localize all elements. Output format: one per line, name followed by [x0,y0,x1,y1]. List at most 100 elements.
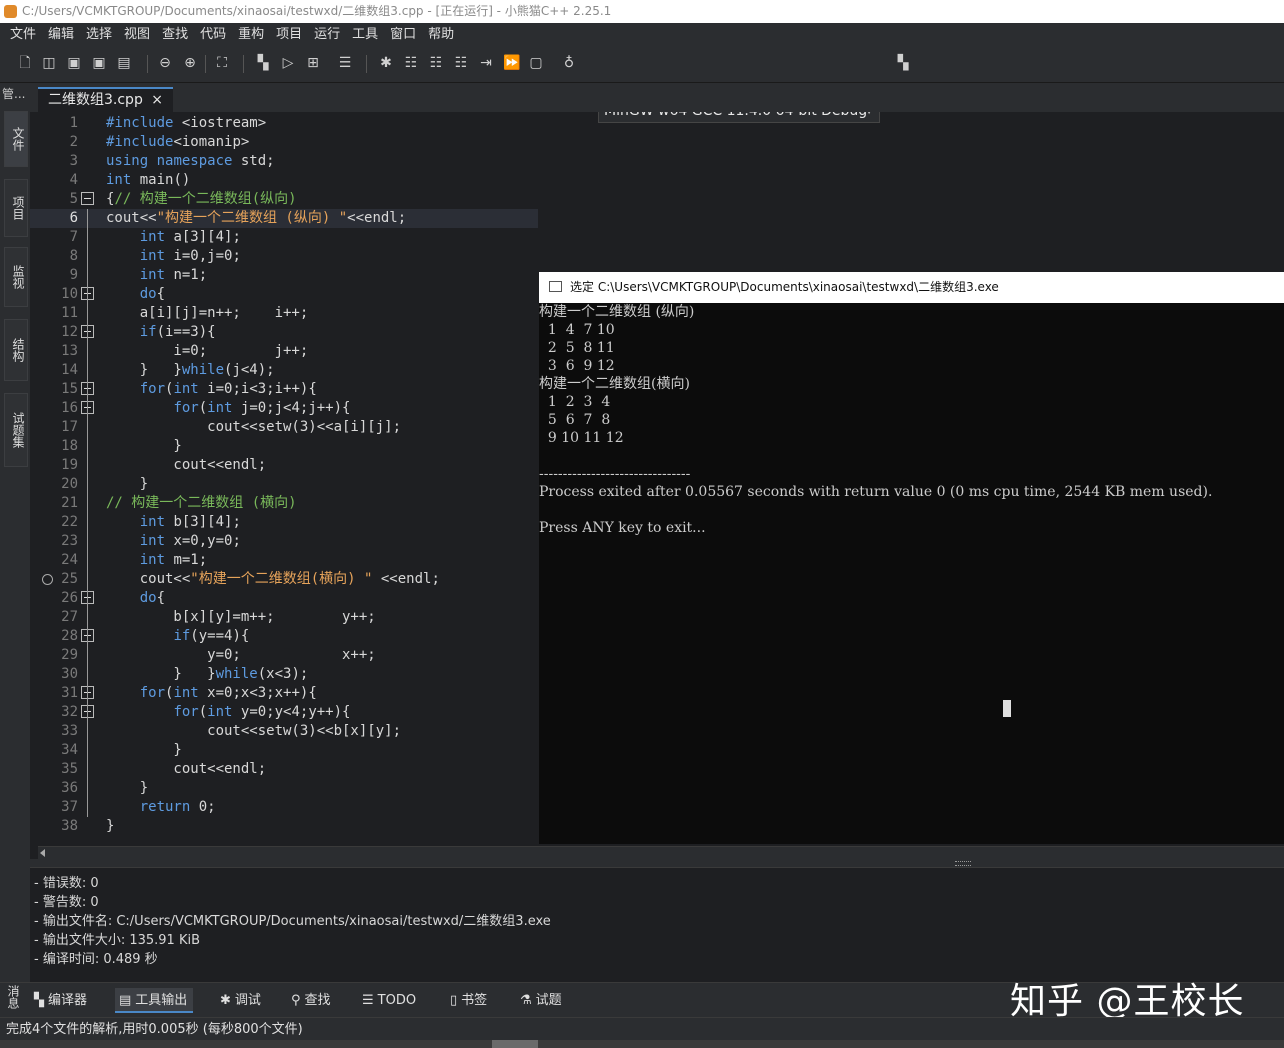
editor-horizontal-scrollbar[interactable] [38,846,1284,859]
code-line[interactable]: 12 if(i==3){ [30,323,538,342]
code-line[interactable]: 28 if(y==4){ [30,627,538,646]
code-line[interactable]: 9 int n=1; [30,266,538,285]
left-tab-files[interactable]: 文件 [4,111,28,167]
stop-icon[interactable]: ▢ [528,55,544,71]
breakpoint-check-icon[interactable] [42,574,53,585]
code-line[interactable]: 21 // 构建一个二维数组 (横向) [30,494,538,513]
left-tab-watch[interactable]: 监视 [4,247,28,307]
run-to-cursor-icon[interactable]: ⇥ [478,55,494,71]
menu-window[interactable]: 窗口 [384,23,422,46]
left-panel-header[interactable]: 管... [2,85,25,102]
left-tab-problemset[interactable]: 试题集 [4,393,28,467]
code-line[interactable]: 32 for(int y=0;y<4;y++){ [30,703,538,722]
code-line[interactable]: 33 cout<<setw(3)<<b[x][y]; [30,722,538,741]
messages-side-label[interactable]: 消息 [4,985,22,1015]
add-watch-icon[interactable]: ♁ [561,55,577,71]
line-number: 6 [69,210,78,226]
output-line: - 错误数: 0 [34,876,99,891]
code-line[interactable]: 19 cout<<endl; [30,456,538,475]
code-line[interactable]: 35 cout<<endl; [30,760,538,779]
code-line[interactable]: 17 cout<<setw(3)<<a[i][j]; [30,418,538,437]
menu-tools[interactable]: 工具 [346,23,384,46]
run-icon[interactable]: ▷ [280,55,296,71]
code-line[interactable]: 3 using namespace std; [30,152,538,171]
debug-icon[interactable]: ✱ [378,55,394,71]
tab-bookmarks[interactable]: ▯ 书签 [446,988,493,1013]
continue-icon[interactable]: ⏩ [503,55,520,71]
code-line[interactable]: 23 int x=0,y=0; [30,532,538,551]
code-line[interactable]: 5 {// 构建一个二维数组(纵向) [30,190,538,209]
code-line[interactable]: 10 do{ [30,285,538,304]
close-icon[interactable]: × [151,92,163,108]
code-line[interactable]: 16 for(int j=0;j<4;j++){ [30,399,538,418]
code-line[interactable]: 30 } }while(x<3); [30,665,538,684]
scroll-left-icon[interactable] [40,849,45,857]
fold-toggle-icon[interactable] [81,192,94,205]
code-line[interactable]: 31 for(int x=0;x<3;x++){ [30,684,538,703]
code-line[interactable]: 27 b[x][y]=m++; y++; [30,608,538,627]
code-line[interactable]: 26 do{ [30,589,538,608]
editor-file-tab[interactable]: 二维数组3.cpp × [38,87,174,112]
rebuild-icon[interactable]: ☰ [337,55,353,71]
left-tab-project[interactable]: 项目 [4,179,28,237]
menu-select[interactable]: 选择 [80,23,118,46]
console-window[interactable]: 选定 C:\Users\VCMKTGROUP\Documents\xinaosa… [539,272,1284,844]
code-line[interactable]: 7 int a[3][4]; [30,228,538,247]
code-line[interactable]: 4 int main() [30,171,538,190]
fullscreen-icon[interactable]: ⛶ [214,55,230,71]
forward-icon[interactable]: ⊕ [182,55,198,71]
console-icon [549,281,562,292]
new-file-icon[interactable]: 🗋 [17,55,33,71]
compiler-options-icon[interactable]: ▚ [895,55,911,71]
code-editor[interactable]: 1 #include <iostream> 2 #include<iomanip> 3 u… [30,112,538,845]
splitter-grip-icon[interactable] [955,861,971,866]
menu-code[interactable]: 代码 [194,23,232,46]
menu-file[interactable]: 文件 [0,23,42,46]
open-file-icon[interactable]: ◫ [41,55,57,71]
code-line[interactable]: 38} [30,817,538,836]
code-line[interactable]: 13 i=0; j++; [30,342,538,361]
tab-debug[interactable]: ✱ 调试 [216,988,267,1013]
console-title-bar: 选定 C:\Users\VCMKTGROUP\Documents\xinaosa… [539,272,1284,303]
tab-todo[interactable]: ☰ TODO [358,988,422,1013]
menu-refactor[interactable]: 重构 [232,23,270,46]
menu-run[interactable]: 运行 [308,23,346,46]
code-line[interactable]: 8 int i=0,j=0; [30,247,538,266]
tab-tool-output[interactable]: ▤ 工具输出 [115,988,194,1013]
code-line[interactable]: 11 a[i][j]=n++; i++; [30,304,538,323]
panel-splitter[interactable] [30,859,1284,867]
code-line[interactable]: 24 int m=1; [30,551,538,570]
code-line[interactable]: 6 cout<<"构建一个二维数组 (纵向) "<<endl; [30,209,538,228]
save-as-icon[interactable]: ▣ [91,55,107,71]
tab-compiler[interactable]: ▚ 编译器 [30,988,93,1013]
tab-problems[interactable]: ⚗ 试题 [516,988,568,1013]
back-icon[interactable]: ⊖ [157,55,173,71]
menu-edit[interactable]: 编辑 [42,23,80,46]
code-line[interactable]: 2 #include<iomanip> [30,133,538,152]
step-over-icon[interactable]: ☷ [403,55,419,71]
step-into-icon[interactable]: ☷ [428,55,444,71]
menu-project[interactable]: 项目 [270,23,308,46]
code-line[interactable]: 15 for(int i=0;i<3;i++){ [30,380,538,399]
tab-find[interactable]: ⚲ 查找 [287,988,337,1013]
save-all-icon[interactable]: ▤ [116,55,132,71]
compile-run-icon[interactable]: ⊞ [305,55,321,71]
code-line[interactable]: 25 cout<<"构建一个二维数组(横向) " <<endl; [30,570,538,589]
menu-search[interactable]: 查找 [156,23,194,46]
code-line[interactable]: 29 y=0; x++; [30,646,538,665]
save-icon[interactable]: ▣ [66,55,82,71]
code-line[interactable]: 37 return 0; [30,798,538,817]
code-line[interactable]: 20 } [30,475,538,494]
left-tab-structure[interactable]: 结构 [4,319,28,381]
step-out-icon[interactable]: ☷ [453,55,469,71]
code-line[interactable]: 14 } }while(j<4); [30,361,538,380]
output-line: - 编译时间: 0.489 秒 [34,952,158,967]
menu-view[interactable]: 视图 [118,23,156,46]
code-line[interactable]: 1 #include <iostream> [30,114,538,133]
code-line[interactable]: 36 } [30,779,538,798]
menu-help[interactable]: 帮助 [422,23,460,46]
code-line[interactable]: 18 } [30,437,538,456]
code-line[interactable]: 22 int b[3][4]; [30,513,538,532]
code-line[interactable]: 34 } [30,741,538,760]
compile-icon[interactable]: ▚ [255,55,271,71]
